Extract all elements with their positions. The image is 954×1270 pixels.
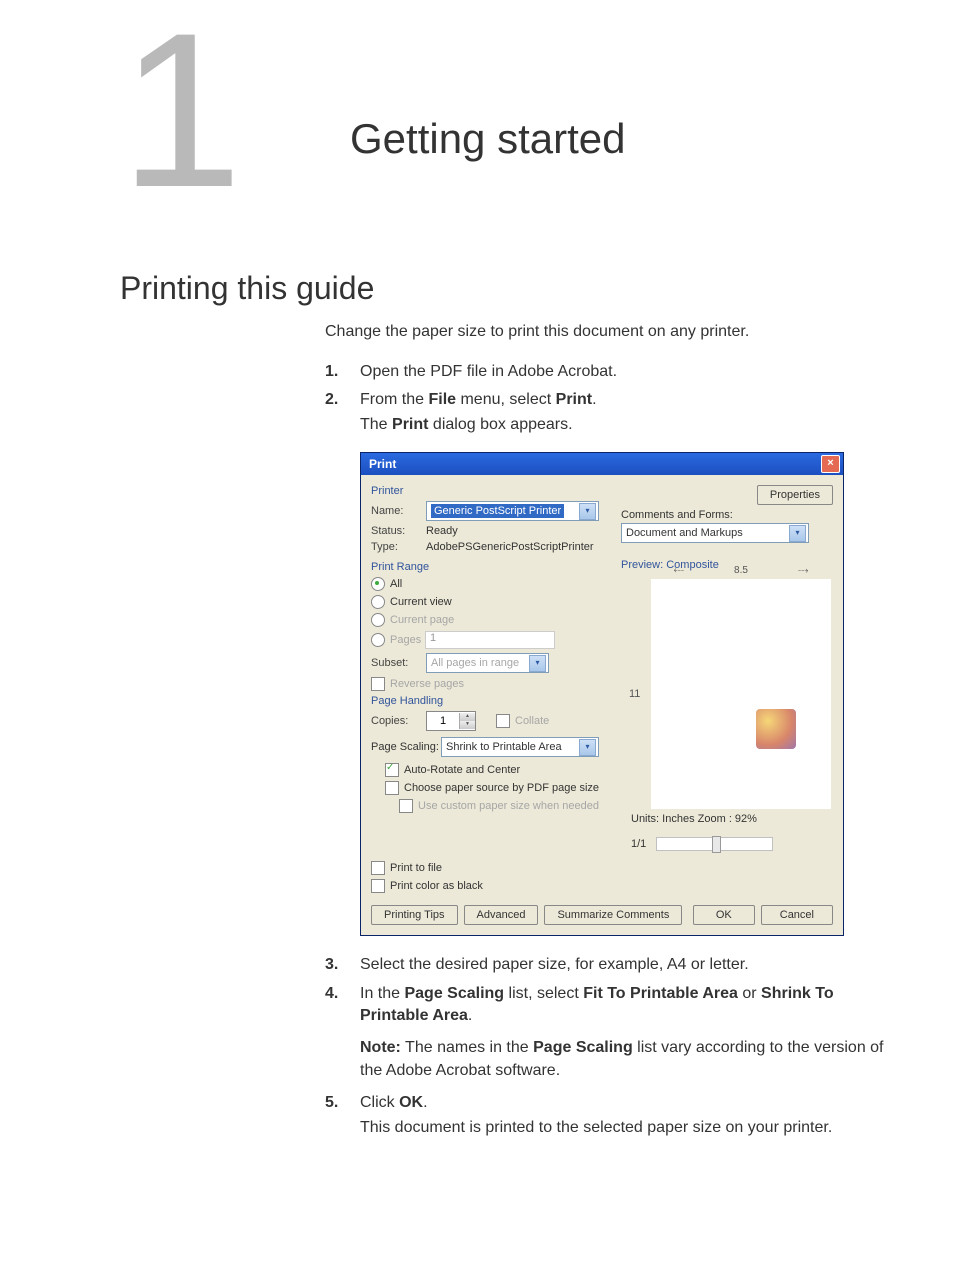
units-text: Units: Inches Zoom : 92%	[631, 813, 833, 825]
advanced-button[interactable]: Advanced	[464, 905, 539, 925]
page-scaling-select[interactable]: Shrink to Printable Area ▾	[441, 737, 599, 757]
chapter-header: 1 Getting started	[120, 40, 894, 240]
papersource-label: Choose paper source by PDF page size	[404, 782, 599, 794]
preview-area: 8.5 11	[651, 579, 831, 809]
printer-name-select[interactable]: Generic PostScript Printer ▾	[426, 501, 599, 521]
reverse-pages-label: Reverse pages	[390, 678, 464, 690]
print-range-group-label: Print Range	[371, 561, 601, 573]
printing-tips-button[interactable]: Printing Tips	[371, 905, 458, 925]
chapter-number: 1	[120, 0, 242, 220]
slider-thumb-icon	[712, 836, 721, 853]
summarize-comments-button[interactable]: Summarize Comments	[544, 905, 682, 925]
status-value: Ready	[426, 525, 458, 537]
steps-list: Open the PDF file in Adobe Acrobat. From…	[325, 361, 894, 436]
copies-value[interactable]	[427, 714, 459, 728]
autorotate-row[interactable]: Auto-Rotate and Center	[385, 763, 601, 777]
properties-button[interactable]: Properties	[757, 485, 833, 505]
dialog-title: Print	[369, 457, 396, 471]
name-label: Name:	[371, 505, 426, 517]
step-5: Click OK. This document is printed to th…	[325, 1092, 894, 1139]
radio-icon	[371, 633, 385, 647]
page-slider[interactable]	[656, 837, 773, 851]
scaling-label: Page Scaling:	[371, 741, 441, 753]
copies-spinner[interactable]: ▲▼	[426, 711, 476, 731]
printer-group-label: Printer	[371, 485, 601, 497]
dialog-titlebar: Print ×	[361, 453, 843, 475]
preview-width: 8.5	[651, 565, 831, 576]
print-black-label: Print color as black	[390, 880, 483, 892]
subset-value: All pages in range	[431, 657, 519, 669]
radio-pages-row: Pages 1	[371, 631, 601, 649]
steps-list-cont: Select the desired paper size, for examp…	[325, 954, 894, 1139]
printer-name-value: Generic PostScript Printer	[431, 504, 564, 518]
checkbox-icon	[371, 861, 385, 875]
spinner-up-icon[interactable]: ▲	[459, 713, 475, 721]
step-2: From the File menu, select Print. The Pr…	[325, 389, 894, 436]
custompaper-row: Use custom paper size when needed	[399, 799, 601, 813]
checkbox-icon	[371, 677, 385, 691]
radio-currentpage-label: Current page	[390, 614, 454, 626]
step-3: Select the desired paper size, for examp…	[325, 954, 894, 976]
cancel-button[interactable]: Cancel	[761, 905, 833, 925]
step-4: In the Page Scaling list, select Fit To …	[325, 983, 894, 1083]
checkbox-icon	[385, 763, 399, 777]
checkbox-icon	[496, 714, 510, 728]
page-handling-group-label: Page Handling	[371, 695, 601, 707]
reverse-pages-row: Reverse pages	[371, 677, 601, 691]
preview-thumbnail	[756, 709, 796, 749]
radio-pages-label: Pages	[390, 634, 425, 646]
subset-select: All pages in range ▾	[426, 653, 549, 673]
step-5-text: Click OK.	[360, 1094, 428, 1111]
comments-forms-select[interactable]: Document and Markups ▾	[621, 523, 809, 543]
close-icon[interactable]: ×	[821, 455, 840, 473]
spinner-down-icon[interactable]: ▼	[459, 721, 475, 729]
radio-currentpage-row: Current page	[371, 613, 601, 627]
print-to-file-label: Print to file	[390, 862, 442, 874]
step-1-text: Open the PDF file in Adobe Acrobat.	[360, 363, 617, 380]
radio-icon	[371, 577, 385, 591]
checkbox-icon	[399, 799, 413, 813]
type-value: AdobePSGenericPostScriptPrinter	[426, 541, 594, 553]
autorotate-label: Auto-Rotate and Center	[404, 764, 520, 776]
comments-forms-label: Comments and Forms:	[621, 509, 833, 521]
copies-label: Copies:	[371, 715, 426, 727]
status-label: Status:	[371, 525, 426, 537]
radio-all-row[interactable]: All	[371, 577, 601, 591]
papersource-row[interactable]: Choose paper source by PDF page size	[385, 781, 601, 795]
print-to-file-row[interactable]: Print to file	[371, 861, 833, 875]
print-black-row[interactable]: Print color as black	[371, 879, 833, 893]
checkbox-icon	[371, 879, 385, 893]
radio-all-label: All	[390, 578, 402, 590]
scaling-value: Shrink to Printable Area	[446, 741, 562, 753]
ok-button[interactable]: OK	[693, 905, 755, 925]
chevron-down-icon: ▾	[529, 655, 546, 672]
step-2-text: From the File menu, select Print.	[360, 391, 597, 408]
type-label: Type:	[371, 541, 426, 553]
pages-input: 1	[425, 631, 555, 649]
chevron-down-icon: ▾	[579, 503, 596, 520]
intro-text: Change the paper size to print this docu…	[325, 323, 894, 341]
print-dialog: Print × Printer Name: Generic PostScript…	[360, 452, 844, 936]
radio-icon	[371, 595, 385, 609]
comments-forms-value: Document and Markups	[626, 527, 743, 539]
chapter-title: Getting started	[350, 115, 625, 163]
step-5-sub: This document is printed to the selected…	[360, 1117, 894, 1139]
step-2-sub: The Print dialog box appears.	[360, 414, 894, 436]
step-4-note: Note: The names in the Page Scaling list…	[360, 1037, 894, 1082]
step-3-text: Select the desired paper size, for examp…	[360, 956, 749, 973]
page-count: 1/1	[631, 838, 646, 850]
collate-label: Collate	[515, 715, 549, 727]
subset-label: Subset:	[371, 657, 426, 669]
chevron-down-icon: ▾	[789, 525, 806, 542]
radio-currentview-label: Current view	[390, 596, 452, 608]
chevron-down-icon: ▾	[579, 739, 596, 756]
step-1: Open the PDF file in Adobe Acrobat.	[325, 361, 894, 383]
radio-currentview-row[interactable]: Current view	[371, 595, 601, 609]
checkbox-icon	[385, 781, 399, 795]
custompaper-label: Use custom paper size when needed	[418, 800, 599, 812]
step-4-text: In the Page Scaling list, select Fit To …	[360, 985, 834, 1024]
section-title: Printing this guide	[120, 270, 894, 307]
preview-height: 11	[629, 688, 640, 700]
radio-icon	[371, 613, 385, 627]
